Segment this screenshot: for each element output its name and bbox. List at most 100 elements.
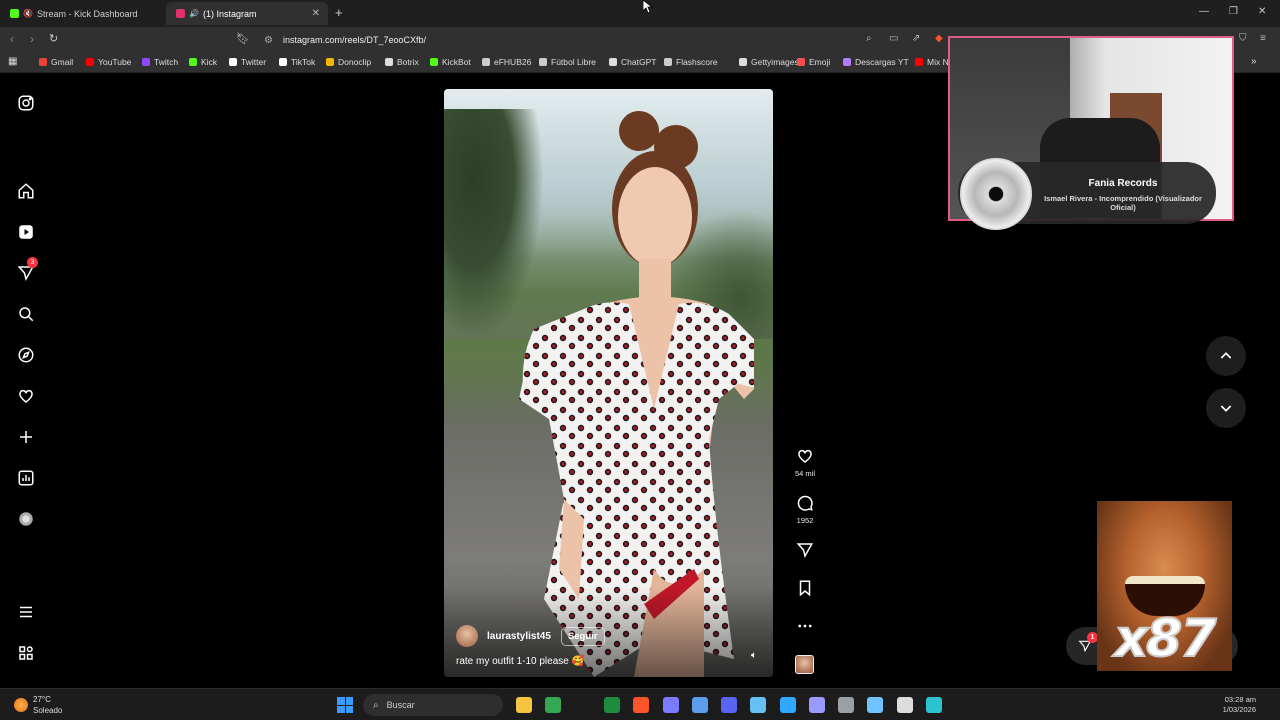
media-player-icon[interactable] xyxy=(663,697,679,713)
bookmark-item[interactable]: Flashscore xyxy=(664,57,718,67)
tab-kick-dashboard[interactable]: 🔇 Stream - Kick Dashboard xyxy=(0,2,165,25)
bookmark-item[interactable]: YouTube xyxy=(86,57,131,67)
bookmark-item[interactable]: Botrix xyxy=(385,57,419,67)
brave-icon[interactable] xyxy=(633,697,649,713)
forward-icon[interactable]: › xyxy=(30,32,34,46)
bookmark-item[interactable]: Kick xyxy=(189,57,217,67)
bookmark-item[interactable]: eFHUB26 xyxy=(482,57,531,67)
minimize-icon[interactable]: — xyxy=(1199,6,1209,17)
bookmark-item[interactable]: KickBot xyxy=(430,57,471,67)
steam-icon[interactable] xyxy=(750,697,766,713)
chrome-icon[interactable] xyxy=(545,697,561,713)
close-window-icon[interactable]: ✕ xyxy=(1258,6,1266,17)
windows-start-icon[interactable] xyxy=(337,697,353,713)
now-playing-widget: Fania Records Ismael Rivera - Incomprend… xyxy=(958,158,1216,230)
bookmark-icon[interactable]: 🔖︎ xyxy=(236,32,250,45)
reel-video[interactable]: laurastylist45 Seguir rate my outfit 1-1… xyxy=(444,89,773,677)
also-from-meta-icon[interactable] xyxy=(16,643,36,663)
explore-icon[interactable] xyxy=(16,345,36,365)
profile-avatar[interactable] xyxy=(16,509,36,529)
bookmark-label: Donoclip xyxy=(338,57,372,67)
author-avatar[interactable] xyxy=(456,625,478,647)
bookmark-item[interactable]: ChatGPT xyxy=(609,57,656,67)
save-bookmark-icon[interactable] xyxy=(796,579,814,597)
bookmark-label: Descargas YT xyxy=(855,57,909,67)
bookmark-item[interactable]: Gettyimages xyxy=(739,57,799,67)
share-action xyxy=(790,541,820,559)
like-heart-icon[interactable] xyxy=(796,447,814,465)
search-placeholder: Buscar xyxy=(386,700,415,710)
bookmark-item[interactable]: Descargas YT xyxy=(843,57,909,67)
file-explorer-icon[interactable] xyxy=(516,697,532,713)
instagram-sidebar: 3 xyxy=(0,74,54,688)
notifications-heart-icon[interactable] xyxy=(16,386,36,406)
discord-icon[interactable] xyxy=(721,697,737,713)
restore-icon[interactable]: ❐ xyxy=(1229,6,1238,17)
previous-reel-button[interactable] xyxy=(1206,336,1246,376)
tab-title: (1) Instagram xyxy=(202,8,257,19)
play-icon[interactable] xyxy=(897,697,913,713)
photoshop-icon[interactable] xyxy=(780,697,796,713)
share-icon[interactable] xyxy=(796,541,814,559)
cast-icon[interactable]: ▭ xyxy=(889,33,898,44)
tab-instagram[interactable]: 🔊 (1) Instagram ✕ xyxy=(166,2,328,25)
premiere-icon[interactable] xyxy=(809,697,825,713)
bookmark-item[interactable]: Donoclip xyxy=(326,57,371,67)
calculator-icon[interactable] xyxy=(692,697,708,713)
search-icon[interactable] xyxy=(16,304,36,324)
muted-audio-icon[interactable]: 🔇 xyxy=(23,9,33,18)
bookmark-label: Kick xyxy=(201,57,218,67)
messages-badge: 3 xyxy=(27,257,38,268)
bookmark-item[interactable]: Emoji xyxy=(797,57,830,67)
original-audio-thumbnail[interactable] xyxy=(795,655,814,674)
zoom-icon[interactable]: ⌕ xyxy=(866,33,872,44)
weather-widget[interactable]: 27°C Soleado xyxy=(14,694,62,716)
reel-author: laurastylist45 Seguir xyxy=(456,625,605,647)
notepad-icon[interactable] xyxy=(867,697,883,713)
comment-icon[interactable] xyxy=(796,494,814,512)
apps-grid-icon[interactable]: ▦ xyxy=(8,56,17,67)
sheets-icon[interactable] xyxy=(604,697,620,713)
mouse-cursor-icon xyxy=(643,0,653,14)
audio-playing-icon[interactable]: 🔊 xyxy=(189,9,199,18)
edge-icon[interactable] xyxy=(926,697,942,713)
create-plus-icon[interactable] xyxy=(16,427,36,447)
dashboard-icon[interactable] xyxy=(16,468,36,488)
system-clock[interactable]: 03:28 am 1/03/2026 xyxy=(1223,695,1256,715)
bookmark-item[interactable]: Mix N xyxy=(915,57,949,67)
site-info-icon[interactable]: ⚙ xyxy=(264,35,273,46)
bookmark-item[interactable]: Fútbol Libre xyxy=(539,57,596,67)
reload-icon[interactable]: ↻ xyxy=(49,32,58,45)
volume-icon[interactable]: 🔈︎ xyxy=(751,650,757,661)
weather-condition: Soleado xyxy=(33,706,63,715)
bookmark-item[interactable]: Twitch xyxy=(142,57,178,67)
more-menu-icon[interactable] xyxy=(16,602,36,622)
messages-icon[interactable]: 3 xyxy=(16,257,38,283)
bookmark-label: Botrix xyxy=(397,57,419,67)
more-dots-icon[interactable] xyxy=(796,617,814,635)
next-reel-button[interactable] xyxy=(1206,388,1246,428)
wallet-icon[interactable]: ⛉ xyxy=(1239,33,1247,44)
home-icon[interactable] xyxy=(16,181,36,201)
bookmark-item[interactable]: Gmail xyxy=(39,57,73,67)
like-action: 54 mil xyxy=(790,447,820,478)
follow-button[interactable]: Seguir xyxy=(560,626,605,646)
reels-icon[interactable] xyxy=(16,222,36,242)
close-tab-icon[interactable]: ✕ xyxy=(312,8,320,19)
bookmark-item[interactable]: Twitter xyxy=(229,57,266,67)
bookmark-item[interactable]: TikTok xyxy=(279,57,315,67)
taskbar-search[interactable]: ⌕ Buscar xyxy=(363,694,503,716)
menu-icon[interactable]: ≡ xyxy=(1260,33,1266,44)
new-tab-button[interactable]: + xyxy=(335,5,343,20)
brave-shield-icon[interactable]: ◆ xyxy=(935,33,943,44)
author-username[interactable]: laurastylist45 xyxy=(487,631,551,642)
clock-date: 1/03/2026 xyxy=(1222,705,1256,714)
more-bookmarks-icon[interactable]: » xyxy=(1251,56,1257,67)
reel-caption[interactable]: rate my outfit 1-10 please 🥰 xyxy=(456,656,584,667)
browser-tab-bar: 🔇 Stream - Kick Dashboard 🔊 (1) Instagra… xyxy=(0,0,1280,27)
back-icon[interactable]: ‹ xyxy=(10,32,14,46)
settings-icon[interactable] xyxy=(838,697,854,713)
address-bar[interactable]: ⚙ instagram.com/reels/DT_7eooCXfb/ xyxy=(258,30,948,50)
instagram-logo-icon[interactable] xyxy=(16,93,36,113)
share-icon[interactable]: ⇗ xyxy=(912,33,920,44)
